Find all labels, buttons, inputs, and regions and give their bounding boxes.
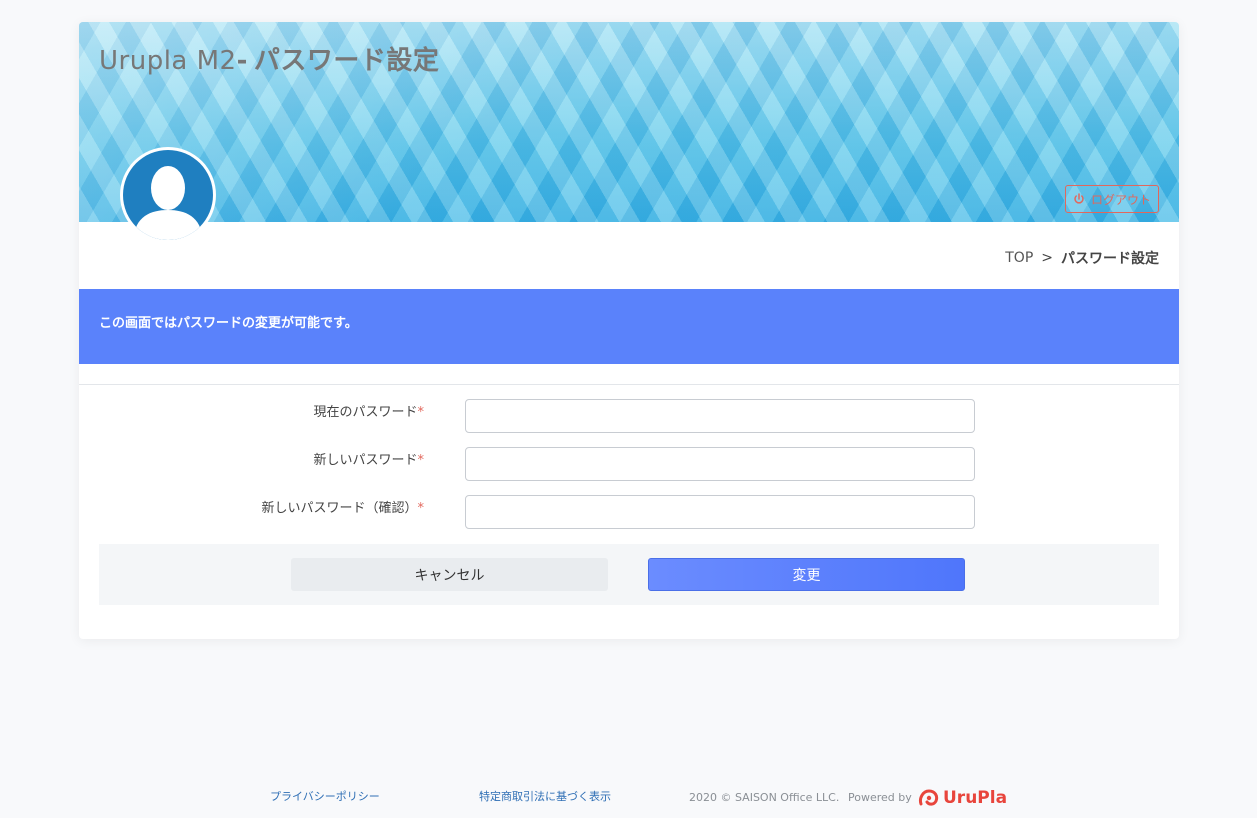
new-password-label: 新しいパスワード* [313,453,424,468]
app-name: Urupla M2 [99,46,237,76]
cancel-button[interactable]: キャンセル [291,558,608,591]
form-row-confirm-password: 新しいパスワード（確認）* [79,495,1179,529]
brand-name: UruPla [943,788,1008,808]
footer: プライバシーポリシー 特定商取引法に基づく表示 2020 © SAISON Of… [0,788,1257,812]
power-icon [1074,193,1084,204]
copyright: 2020 © SAISON Office LLC. [689,791,840,804]
breadcrumb-top[interactable]: TOP [1005,250,1033,266]
main-card: Urupla M2- パスワード設定 ログアウト TOP > パスワード設定 この… [79,22,1179,639]
form-row-current-password: 現在のパスワード* [79,399,1179,433]
page-title: Urupla M2- パスワード設定 [99,40,439,77]
notice-text: この画面ではパスワードの変更が可能です。 [99,316,358,331]
breadcrumb: TOP > パスワード設定 [1005,248,1159,268]
page-name: パスワード設定 [253,46,440,76]
breadcrumb-current: パスワード設定 [1061,251,1159,267]
divider [79,384,1179,385]
header-banner: Urupla M2- パスワード設定 ログアウト [79,22,1179,222]
privacy-policy-link[interactable]: プライバシーポリシー [270,788,380,804]
current-password-label: 現在のパスワード* [313,405,424,420]
breadcrumb-separator: > [1041,250,1053,266]
new-password-input[interactable] [465,447,975,481]
brand-logo[interactable]: UruPla [918,788,1007,808]
form-row-new-password: 新しいパスワード* [79,447,1179,481]
avatar [120,147,216,243]
info-notice: この画面ではパスワードの変更が可能です。 [79,289,1179,364]
logout-button[interactable]: ログアウト [1065,185,1159,213]
user-silhouette-icon [133,166,203,240]
title-separator: - [236,46,248,76]
urupla-logo-icon [919,789,939,806]
confirm-password-label: 新しいパスワード（確認）* [261,501,424,516]
tokutei-link[interactable]: 特定商取引法に基づく表示 [479,788,611,804]
powered-by: Powered by [848,791,912,804]
form-actions: キャンセル 変更 [99,544,1159,605]
confirm-password-input[interactable] [465,495,975,529]
current-password-input[interactable] [465,399,975,433]
submit-button[interactable]: 変更 [648,558,965,591]
logout-label: ログアウト [1090,192,1151,207]
